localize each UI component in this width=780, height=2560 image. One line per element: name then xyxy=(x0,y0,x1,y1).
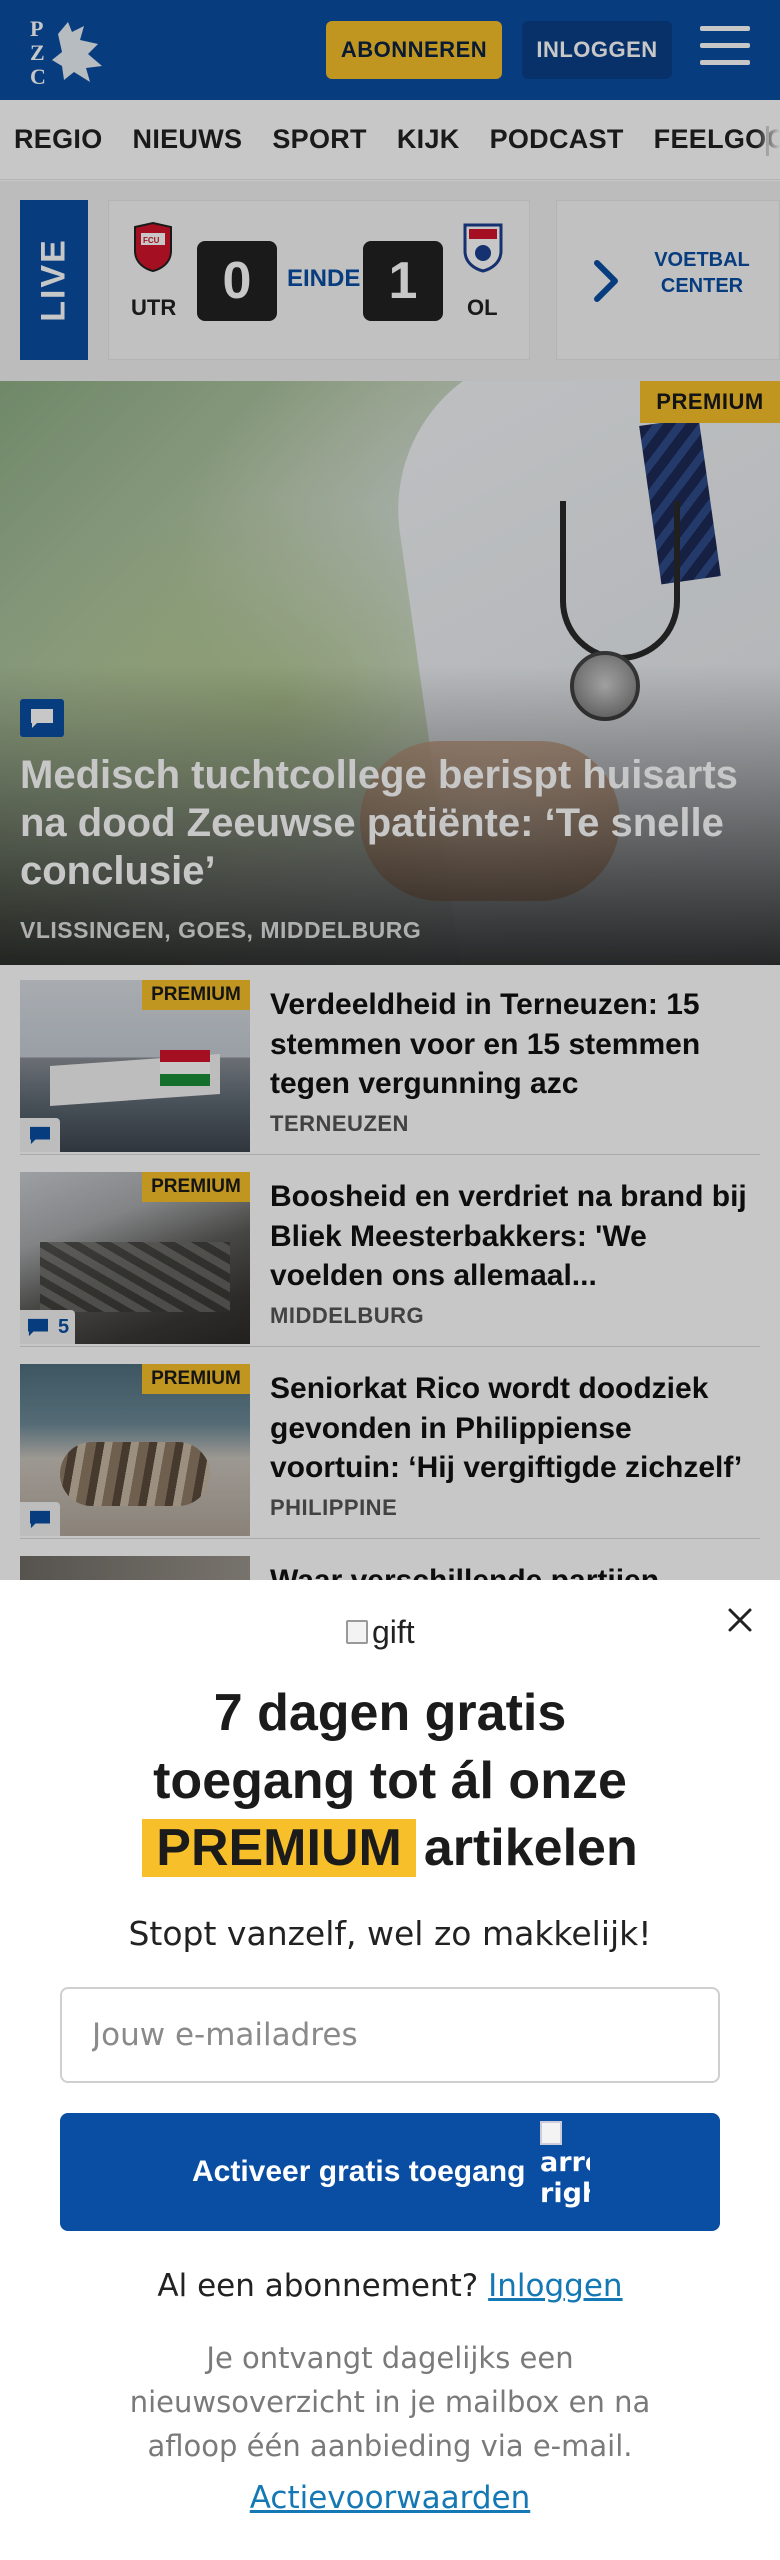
premium-trial-modal: gift 7 dagen gratis toegang tot ál onze … xyxy=(0,1580,780,2560)
premium-highlight: PREMIUM xyxy=(142,1819,416,1878)
activate-free-access-button[interactable]: Activeer gratis toegang arro righ xyxy=(60,2113,720,2231)
gift-icon: gift xyxy=(346,1610,436,1654)
close-icon[interactable] xyxy=(722,1602,758,1638)
login-link[interactable]: Inloggen xyxy=(488,2268,622,2304)
modal-title: 7 dagen gratis toegang tot ál onze PREMI… xyxy=(40,1680,740,1883)
terms-link[interactable]: Actievoorwaarden xyxy=(40,2480,740,2516)
modal-subtitle: Stopt vanzelf, wel zo makkelijk! xyxy=(128,1914,652,1953)
email-field[interactable] xyxy=(60,1987,720,2083)
modal-backdrop[interactable] xyxy=(0,0,780,1580)
existing-subscription-text: Al een abonnement? Inloggen xyxy=(157,2268,623,2304)
arrow-right-icon: arro righ xyxy=(540,2121,590,2221)
newsletter-info-text: Je ontvangt dagelijks een nieuwsoverzich… xyxy=(129,2341,651,2464)
